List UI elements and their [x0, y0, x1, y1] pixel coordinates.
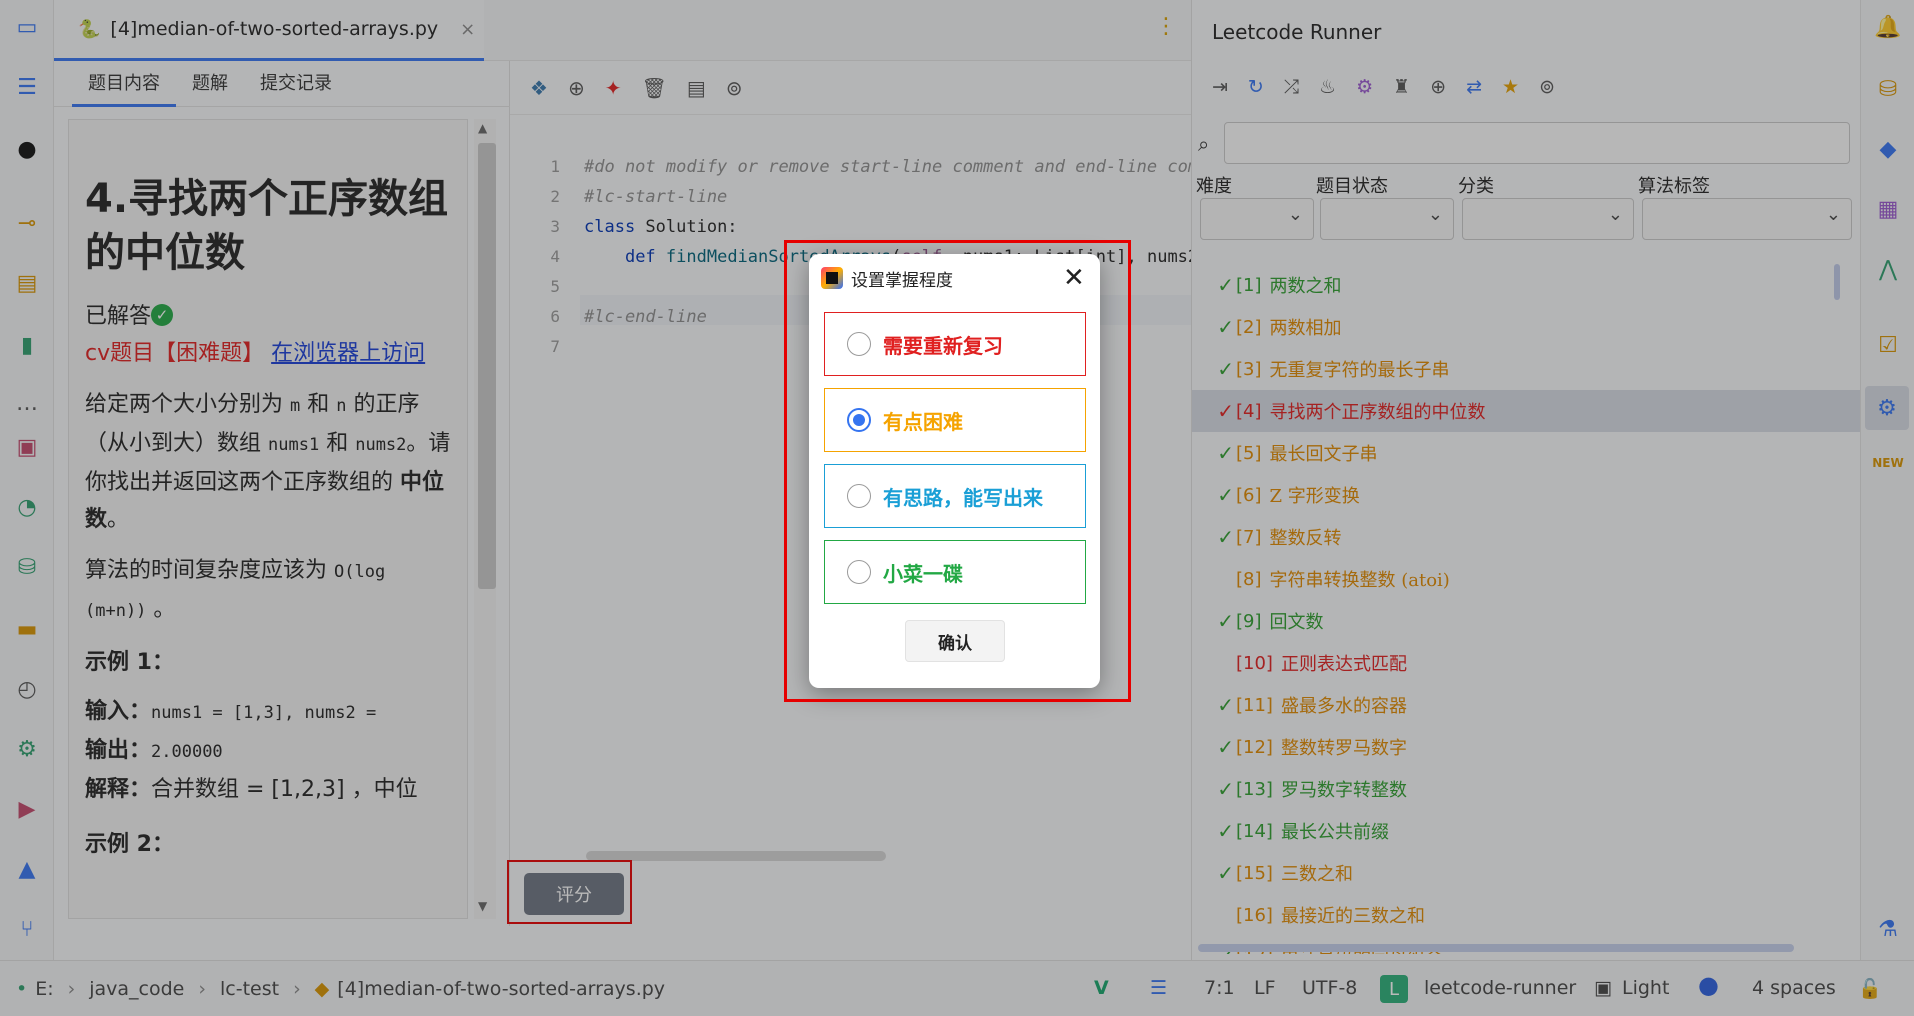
dialog-highlight [784, 240, 1131, 702]
